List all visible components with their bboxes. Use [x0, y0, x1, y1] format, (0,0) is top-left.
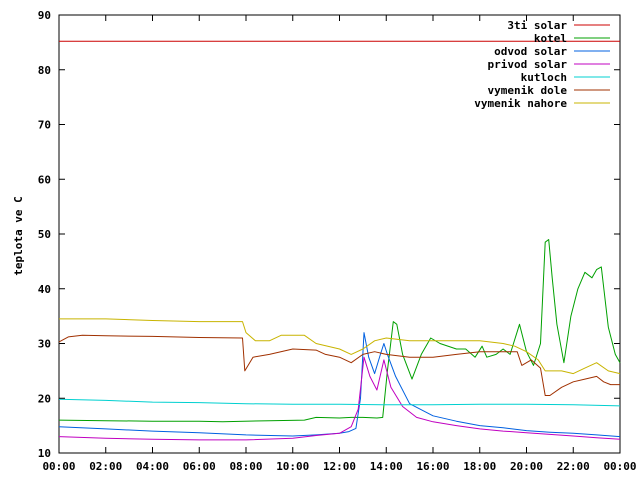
x-tick-label: 12:00 [323, 460, 356, 473]
legend-label: privod solar [488, 58, 568, 71]
y-tick-label: 30 [38, 338, 51, 351]
series-line-vymenik-dole [58, 334, 620, 396]
y-tick-label: 40 [38, 283, 51, 296]
legend-label: odvod solar [494, 45, 567, 58]
legend: 3ti solarkotelodvod solarprivod solarkut… [474, 19, 610, 110]
x-tick-label: 04:00 [136, 460, 169, 473]
x-tick-label: 06:00 [183, 460, 216, 473]
series-line-kotel [58, 239, 621, 423]
legend-label: kotel [534, 32, 567, 45]
y-axis-label: teplota ve C [12, 196, 25, 275]
y-tick-label: 20 [38, 392, 51, 405]
x-tick-label: 20:00 [510, 460, 543, 473]
series-line-privod-solar [58, 356, 621, 441]
y-tick-label: 60 [38, 173, 51, 186]
y-tick-label: 70 [38, 119, 51, 132]
x-tick-label: 16:00 [416, 460, 449, 473]
x-tick-label: 22:00 [557, 460, 590, 473]
legend-label: vymenik dole [488, 84, 568, 97]
y-tick-label: 80 [38, 64, 51, 77]
x-tick-label: 14:00 [370, 460, 403, 473]
series-line-vymenik-nahore [59, 318, 621, 375]
legend-label: vymenik nahore [474, 97, 567, 110]
legend-label: 3ti solar [507, 19, 567, 32]
x-tick-label: 00:00 [42, 460, 75, 473]
x-tick-label: 00:00 [603, 460, 636, 473]
x-tick-label: 08:00 [229, 460, 262, 473]
series-line-kutloch [58, 398, 621, 407]
line-chart: 10 20 30 40 50 60 70 80 90 00:00 02:00 04:00 06:00 08… [12, 9, 637, 473]
x-tick-label: 18:00 [463, 460, 496, 473]
x-tick-label: 10:00 [276, 460, 309, 473]
x-tick-label: 02:00 [89, 460, 122, 473]
y-tick-label: 50 [38, 228, 51, 241]
y-tick-label: 10 [38, 447, 51, 460]
legend-label: kutloch [521, 71, 567, 84]
y-tick-label: 90 [38, 9, 51, 22]
